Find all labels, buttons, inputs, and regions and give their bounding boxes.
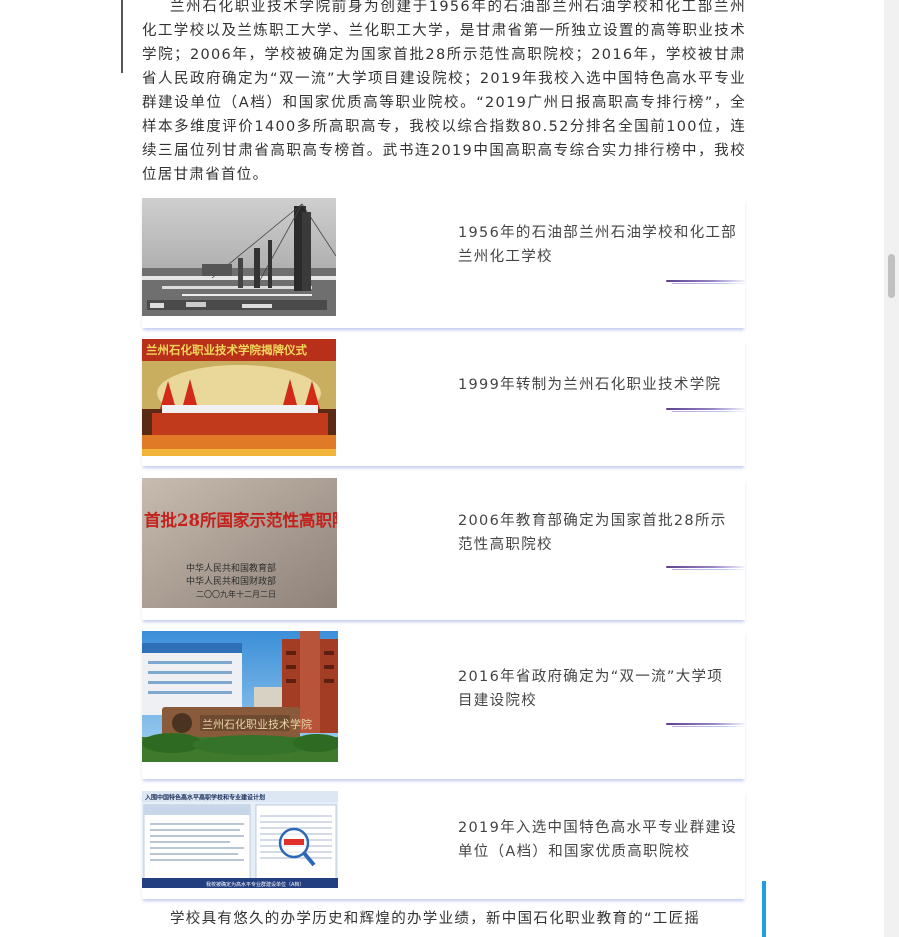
scrollbar-track[interactable] — [884, 0, 899, 937]
photo-plaque-line2: 中华人民共和国财政部 — [186, 575, 276, 587]
milestone-card-2016: 兰州石化职业技术学院 2016年省政府确定为“双一流”大学项目建设院校 — [142, 631, 745, 779]
photo-doc-header: 入围中国特色高水平高职学校和专业建设计划 — [144, 794, 265, 802]
photo-plaque-date: 二〇〇九年十二月二日 — [196, 589, 276, 599]
photo-2016-campus: 兰州石化职业技术学院 — [142, 631, 338, 762]
outro-paragraph: 学校具有悠久的办学历史和辉煌的办学业绩，新中国石化职业教育的“工匠摇 — [170, 911, 701, 927]
milestone-caption: 1999年转制为兰州石化职业技术学院 — [458, 377, 722, 393]
scrollbar-thumb[interactable] — [888, 254, 895, 298]
photo-plaque-line1: 中华人民共和国教育部 — [186, 562, 276, 574]
decorative-line — [666, 280, 745, 285]
photo-1956-plant — [142, 198, 336, 316]
milestone-card-2006: 首批28所国家示范性高职院校 中华人民共和国教育部 中华人民共和国财政部 二〇〇… — [142, 478, 745, 620]
decorative-line — [666, 408, 745, 413]
photo-1999-ceremony: 兰州石化职业技术学院揭牌仪式 — [142, 339, 336, 456]
milestone-caption: 2016年省政府确定为“双一流”大学项目建设院校 — [458, 669, 724, 709]
blue-accent-rule — [762, 881, 766, 937]
milestone-caption: 2019年入选中国特色高水平专业群建设单位（A档）和国家优质高职院校 — [458, 820, 738, 860]
photo-plaque-title: 首批28所国家示范性高职院校 — [144, 510, 337, 530]
milestone-card-1999: 兰州石化职业技术学院揭牌仪式 1999年转制为兰州石化职业技术学院 — [142, 339, 745, 466]
photo-2006-plaque: 首批28所国家示范性高职院校 中华人民共和国教育部 中华人民共和国财政部 二〇〇… — [142, 478, 337, 608]
intro-paragraph: 兰州石化职业技术学院前身为创建于1956年的石油部兰州石油学校和化工部兰州化工学… — [142, 0, 746, 183]
photo-2019-document: 入围中国特色高水平高职学校和专业建设计划 我校被确定为高水平专业群建设单位（A档… — [142, 791, 338, 888]
milestone-caption: 1956年的石油部兰州石油学校和化工部兰州化工学校 — [458, 225, 738, 265]
milestone-card-1956: 1956年的石油部兰州石油学校和化工部兰州化工学校 — [142, 198, 745, 328]
decorative-line — [666, 723, 745, 728]
photo-stone-sign: 兰州石化职业技术学院 — [202, 717, 312, 731]
decorative-line — [666, 566, 745, 571]
photo-banner-text: 兰州石化职业技术学院揭牌仪式 — [146, 343, 307, 357]
photo-doc-footer: 我校被确定为高水平专业群建设单位（A档） — [206, 881, 304, 888]
left-accent-rule — [121, 0, 123, 73]
milestone-caption: 2006年教育部确定为国家首批28所示范性高职院校 — [458, 513, 727, 553]
milestone-card-2019: 入围中国特色高水平高职学校和专业建设计划 我校被确定为高水平专业群建设单位（A档… — [142, 791, 745, 899]
